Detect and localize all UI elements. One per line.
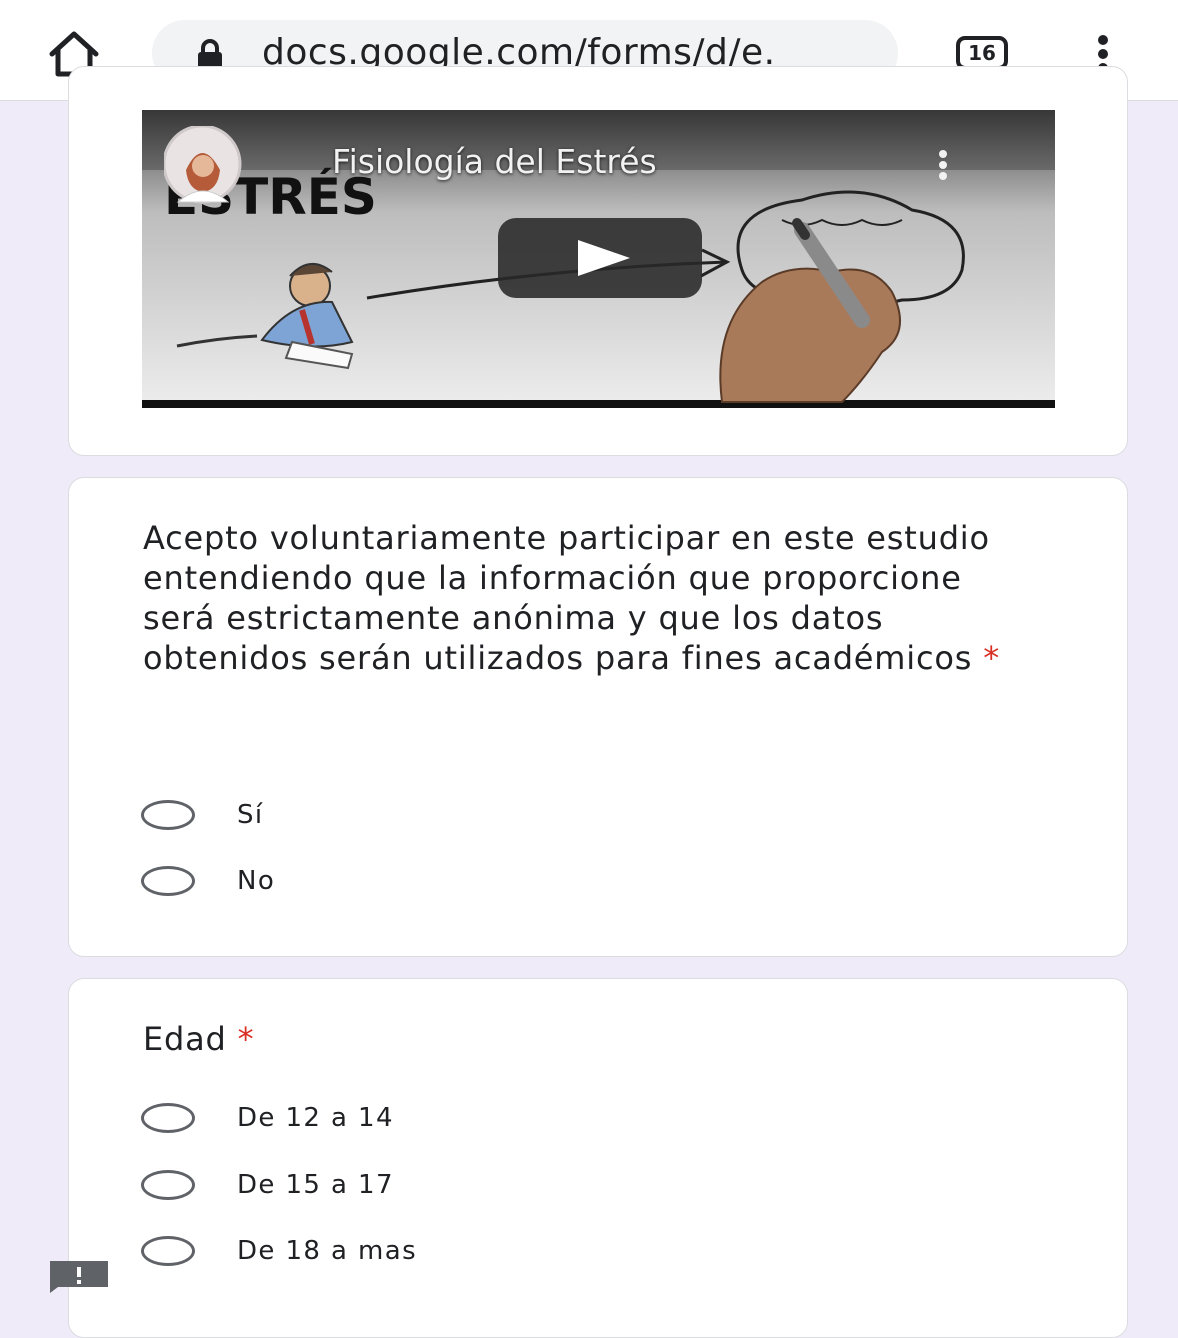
option-label: De 18 a mas [237, 1236, 418, 1266]
radio-option-18-mas[interactable]: De 18 a mas [141, 1232, 741, 1276]
radio-option-si[interactable]: Sí [141, 796, 741, 840]
consent-question-card: Acepto voluntariamente participar en est… [68, 477, 1128, 957]
radio-button[interactable] [141, 866, 195, 896]
option-label: De 12 a 14 [237, 1103, 394, 1133]
question-text: Acepto voluntariamente participar en est… [143, 519, 990, 677]
feedback-icon[interactable] [48, 1259, 110, 1293]
question-text: Edad [143, 1020, 227, 1058]
radio-button[interactable] [141, 800, 195, 830]
channel-avatar[interactable] [162, 124, 306, 204]
age-question-card: Edad * De 12 a 14 De 15 a 17 De 18 a mas [68, 978, 1128, 1338]
radio-button[interactable] [141, 1170, 195, 1200]
tab-switcher-icon[interactable]: 16 [956, 36, 1008, 70]
radio-option-15-17[interactable]: De 15 a 17 [141, 1166, 741, 1210]
required-mark: * [983, 639, 1000, 677]
option-label: No [237, 866, 276, 896]
question-title: Acepto voluntariamente participar en est… [143, 518, 1023, 678]
more-vert-icon[interactable] [937, 150, 949, 180]
radio-option-12-14[interactable]: De 12 a 14 [141, 1099, 741, 1143]
radio-button[interactable] [141, 1236, 195, 1266]
video-card: ESTRÉS Fisiología del Estrés [68, 66, 1128, 456]
required-mark: * [237, 1020, 255, 1058]
radio-button[interactable] [141, 1103, 195, 1133]
youtube-video-player[interactable]: ESTRÉS Fisiología del Estrés [142, 110, 1055, 408]
question-title: Edad * [143, 1019, 1023, 1059]
radio-option-no[interactable]: No [141, 862, 741, 906]
option-label: Sí [237, 800, 264, 830]
video-title[interactable]: Fisiología del Estrés [332, 142, 657, 181]
option-label: De 15 a 17 [237, 1170, 394, 1200]
play-icon[interactable] [498, 218, 702, 298]
